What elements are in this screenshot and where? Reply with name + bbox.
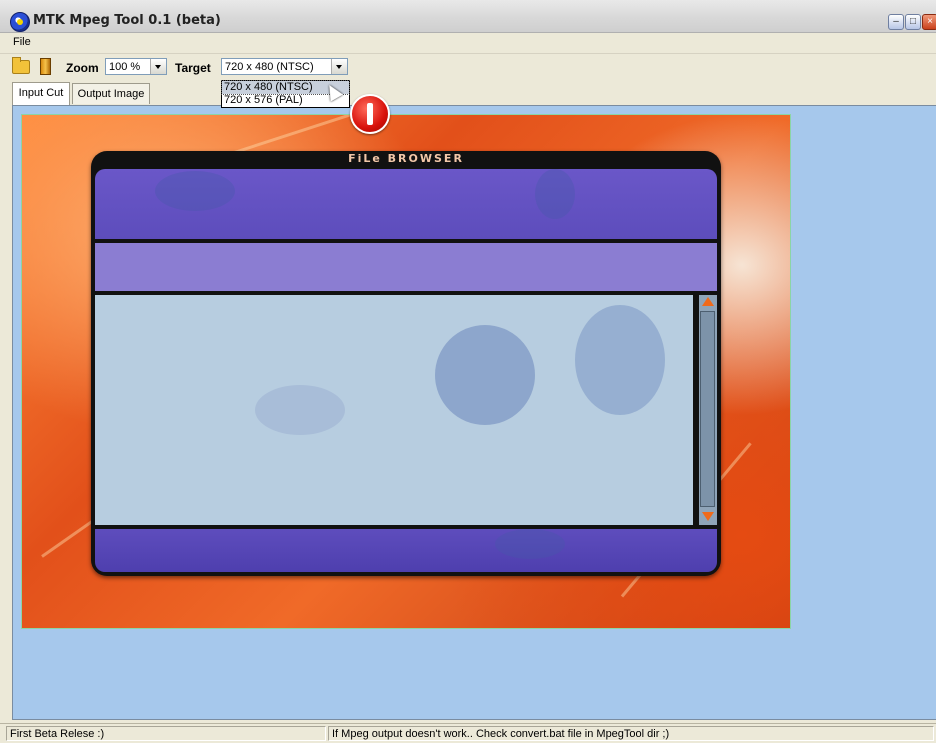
zoom-label: Zoom (66, 61, 99, 75)
target-label: Target (175, 61, 211, 75)
status-left: First Beta Relese :) (6, 726, 326, 741)
decor-shape (255, 385, 345, 435)
file-browser-panel: FiLe BROWSER (91, 151, 721, 576)
chevron-down-icon[interactable] (150, 59, 166, 74)
menu-bar: File (0, 33, 936, 54)
toolbar: Zoom 100 % Target 720 x 480 (NTSC) (0, 54, 936, 82)
target-value: 720 x 480 (NTSC) (225, 61, 314, 73)
menu-file[interactable]: File (13, 36, 31, 48)
scroll-thumb[interactable] (700, 311, 715, 507)
status-right: If Mpeg output doesn't work.. Check conv… (328, 726, 934, 741)
scroll-down-arrow-icon[interactable] (702, 512, 714, 521)
file-browser-footer (95, 529, 717, 572)
zoom-value: 100 % (109, 61, 141, 73)
app-icon (10, 12, 30, 32)
window-title: MTK Mpeg Tool 0.1 (beta) (33, 13, 221, 28)
decor-shape (575, 305, 665, 415)
file-browser-header-area (95, 169, 717, 239)
decor-shape (495, 529, 565, 559)
minimize-button[interactable]: – (888, 14, 904, 30)
maximize-button[interactable]: □ (905, 14, 921, 30)
image-preview[interactable]: FiLe BROWSER (21, 114, 791, 629)
file-browser-list[interactable] (95, 295, 693, 525)
chevron-down-icon[interactable] (331, 59, 347, 74)
title-bar: MTK Mpeg Tool 0.1 (beta) – □ × (0, 0, 936, 33)
alert-icon (350, 94, 390, 134)
close-button[interactable]: × (922, 14, 936, 30)
open-folder-icon[interactable] (12, 57, 30, 74)
decor-shape (155, 171, 235, 211)
target-select[interactable]: 720 x 480 (NTSC) (221, 58, 348, 75)
zoom-select[interactable]: 100 % (105, 58, 167, 75)
file-browser-scrollbar[interactable] (697, 295, 717, 525)
status-bar: First Beta Relese :) If Mpeg output does… (0, 723, 936, 743)
decor-shape (535, 169, 575, 219)
save-bookmark-icon[interactable] (40, 58, 51, 75)
tab-output-image[interactable]: Output Image (72, 83, 150, 104)
file-browser-title: FiLe BROWSER (348, 152, 464, 165)
decor-shape (435, 325, 535, 425)
scroll-up-arrow-icon[interactable] (702, 297, 714, 306)
file-browser-path-bar (95, 243, 717, 291)
tab-input-cut[interactable]: Input Cut (12, 82, 70, 105)
